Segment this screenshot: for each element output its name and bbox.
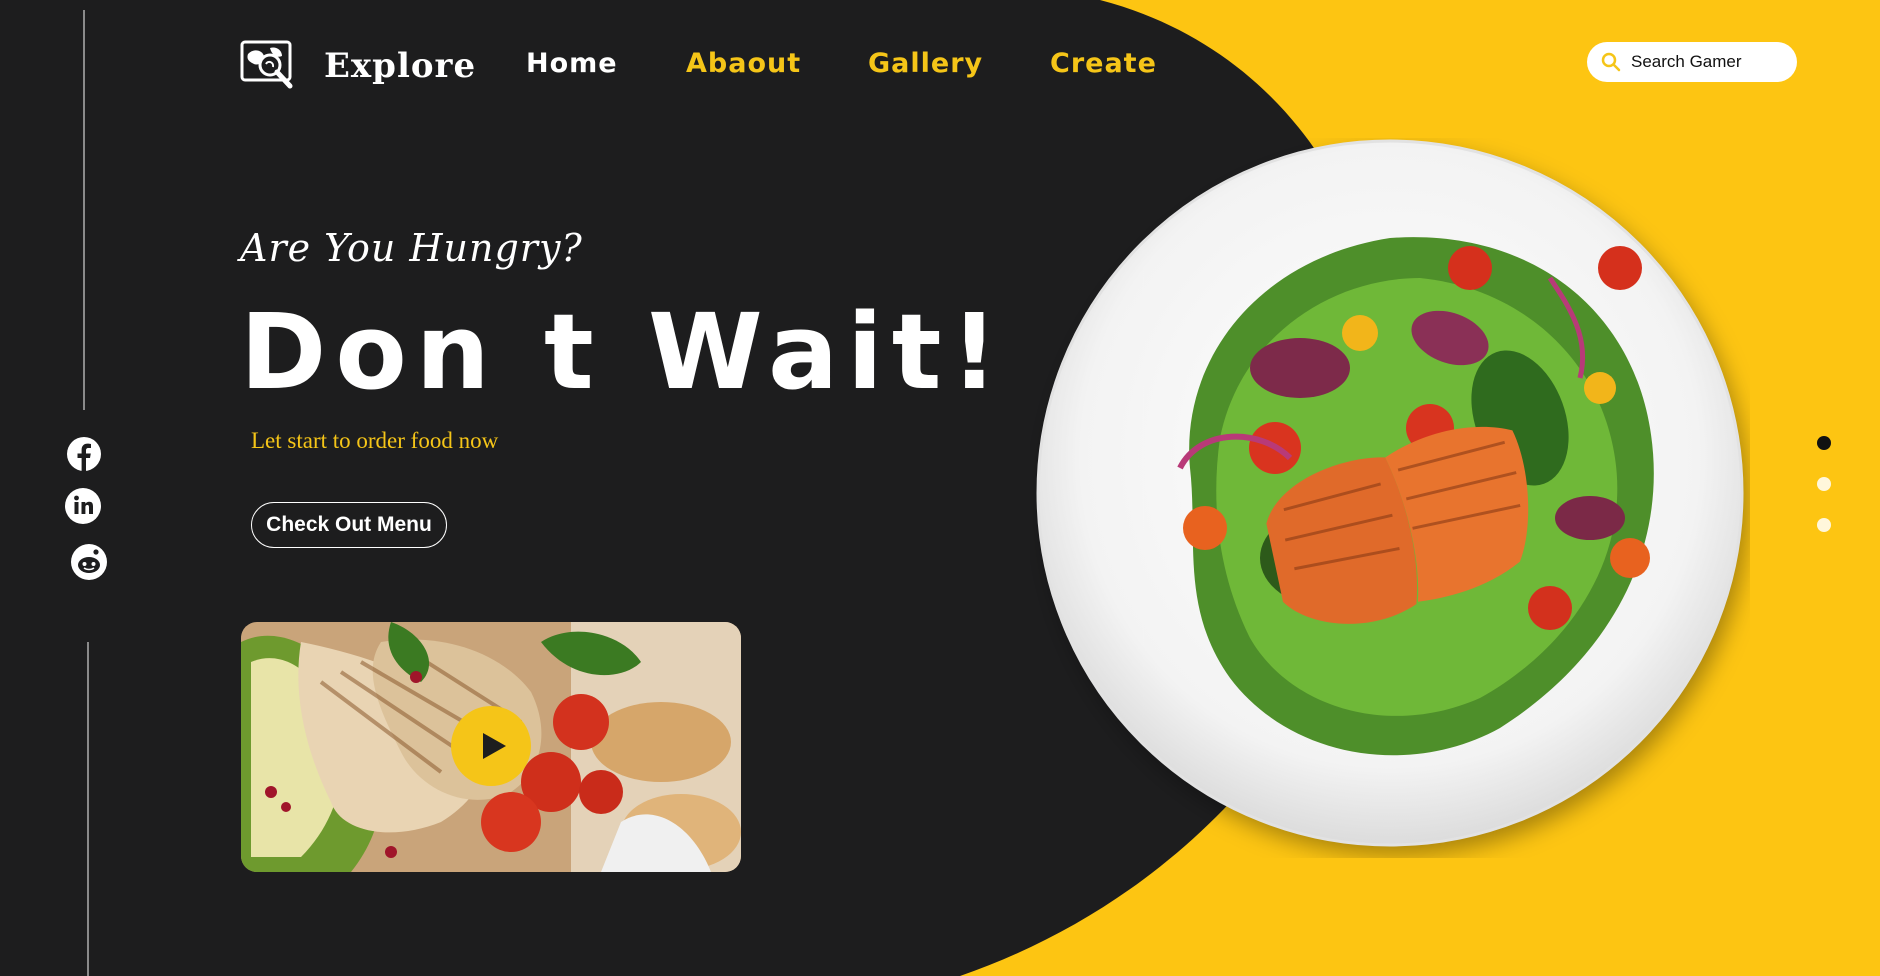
left-divider-bottom xyxy=(87,642,89,976)
salmon-salad-plate-image xyxy=(1036,139,1744,847)
reddit-icon[interactable] xyxy=(69,542,109,582)
carousel-dot-3[interactable] xyxy=(1817,518,1831,532)
hero-subtitle: Let start to order food now xyxy=(251,428,499,453)
carousel-dot-1[interactable] xyxy=(1817,436,1831,450)
nav-item-about[interactable]: Abaout xyxy=(686,48,801,79)
search-input[interactable] xyxy=(1629,51,1793,73)
hero-headline: Don t Wait! xyxy=(240,291,1007,413)
linkedin-icon[interactable] xyxy=(64,487,102,525)
play-icon[interactable] xyxy=(451,706,531,786)
check-out-menu-button[interactable]: Check Out Menu xyxy=(251,502,447,548)
brand[interactable]: Explore xyxy=(240,38,476,94)
nav-item-home[interactable]: Home xyxy=(526,48,618,79)
world-map-magnifier-icon xyxy=(240,40,293,89)
brand-name: Explore xyxy=(324,46,477,86)
nav-item-create[interactable]: Create xyxy=(1050,48,1157,79)
search-icon xyxy=(1601,52,1621,72)
carousel-dot-2[interactable] xyxy=(1817,477,1831,491)
facebook-icon[interactable] xyxy=(66,436,102,472)
nav-item-gallery[interactable]: Gallery xyxy=(868,48,983,79)
search-box[interactable] xyxy=(1587,42,1797,82)
left-divider-top xyxy=(83,10,85,410)
hero-tagline: Are You Hungry? xyxy=(240,226,583,270)
video-card[interactable] xyxy=(241,622,741,872)
